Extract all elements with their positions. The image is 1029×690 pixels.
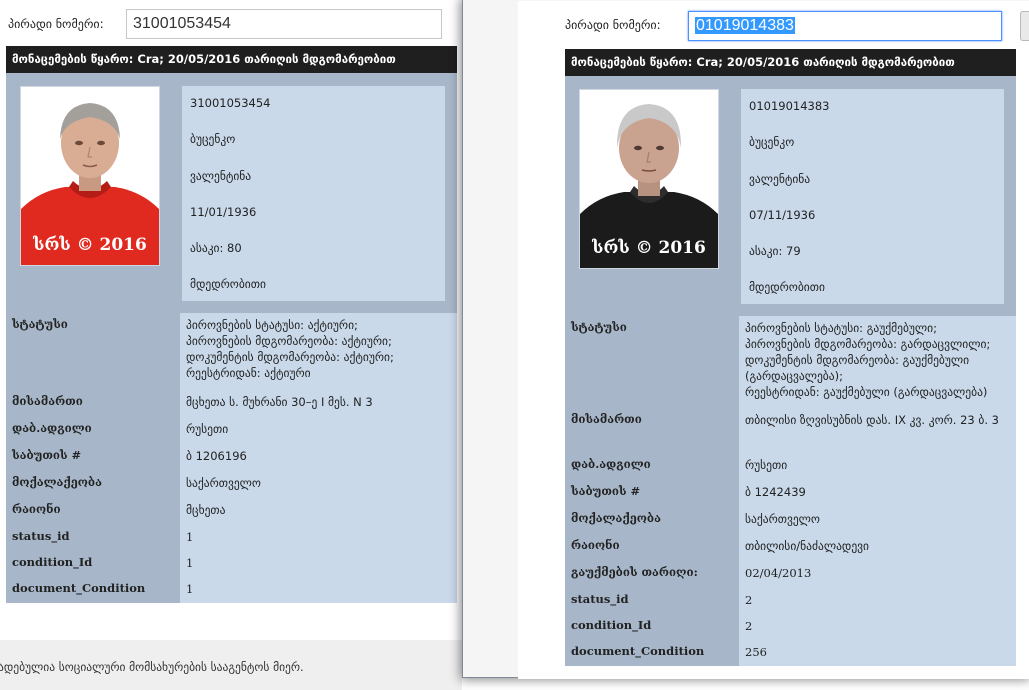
- data-source-header: მონაცემების წყარო: Cra; 20/05/2016 თარიღ…: [565, 49, 1016, 76]
- row-key-birthplace: დაბ.ადგილი: [6, 417, 180, 444]
- info-first-name: ვალენტინა: [190, 168, 252, 183]
- row-key-condition-id: condition_Id: [565, 614, 739, 640]
- row-key-document-condition: document_Condition: [6, 577, 180, 603]
- right-window-content: პირადი ნომერი: 01019014383 მონაცემების წ…: [518, 1, 1029, 679]
- table-row: რაიონი მცხეთა: [6, 498, 457, 525]
- table-row: condition_Id 1: [6, 551, 457, 577]
- info-id-number: 01019014383: [749, 99, 830, 113]
- info-age: ასაკი: 79: [749, 244, 801, 259]
- person-details-table: სტატუსი პიროვნების სტატუსი: აქტიური; პირ…: [6, 313, 457, 603]
- row-key-district: რაიონი: [565, 534, 739, 561]
- row-key-cancellation-date: გაუქმების თარიღი:: [565, 561, 739, 588]
- footer-note: ადებულია სოციალური მომსახურების სააგენტო…: [0, 660, 304, 674]
- row-value-cancellation-date: 02/04/2013: [739, 561, 1016, 588]
- data-source-header: მონაცემების წყარო: Cra; 20/05/2016 თარიღ…: [6, 46, 457, 73]
- table-row: მოქალაქეობა საქართველო: [565, 507, 1016, 534]
- person-info-box: 01019014383 ბუცენკო ვალენტინა 07/11/1936…: [741, 89, 1004, 304]
- id-number-input[interactable]: 31001053454: [126, 9, 442, 39]
- row-key-document-condition: document_Condition: [565, 640, 739, 666]
- row-value-document-condition: 256: [739, 640, 1016, 666]
- table-row: document_Condition 1: [6, 577, 457, 603]
- info-surname: ბუცენკო: [190, 132, 236, 147]
- row-key-address: მისამართი: [6, 390, 180, 417]
- row-value-birthplace: რუსეთი: [739, 453, 1016, 480]
- info-first-name: ვალენტინა: [749, 171, 811, 186]
- table-row: დაბ.ადგილი რუსეთი: [6, 417, 457, 444]
- photo-watermark: სრს © 2016: [592, 238, 706, 258]
- info-birth-date: 07/11/1936: [749, 207, 816, 222]
- row-value-citizenship: საქართველო: [739, 507, 1016, 534]
- info-surname: ბუცენკო: [749, 135, 795, 150]
- row-key-document-number: საბუთის #: [565, 480, 739, 507]
- row-value-address: თბილისი ზღვისუბნის დას. IX კვ. კორ. 23 ბ…: [739, 408, 1016, 453]
- row-value-address: მცხეთა ს. მუხრანი 30–ე I მეს. N 3: [180, 390, 457, 417]
- row-value-document-number: ბ 1206196: [180, 444, 457, 471]
- row-key-citizenship: მოქალაქეობა: [6, 471, 180, 498]
- row-value-status: პიროვნების სტატუსი: გაუქმებული; პიროვნებ…: [739, 316, 1016, 408]
- row-value-status: პიროვნების სტატუსი: აქტიური; პიროვნების …: [180, 313, 457, 390]
- id-number-input[interactable]: 01019014383: [688, 11, 1002, 41]
- row-value-birthplace: რუსეთი: [180, 417, 457, 444]
- row-key-birthplace: დაბ.ადგილი: [565, 453, 739, 480]
- table-row: document_Condition 256: [565, 640, 1016, 666]
- table-row: სტატუსი პიროვნების სტატუსი: აქტიური; პირ…: [6, 313, 457, 390]
- row-value-district: მცხეთა: [180, 498, 457, 525]
- table-row: status_id 2: [565, 588, 1016, 614]
- row-key-status-id: status_id: [6, 525, 180, 551]
- side-button[interactable]: [1020, 11, 1029, 41]
- table-row: დაბ.ადგილი რუსეთი: [565, 453, 1016, 480]
- row-key-address: მისამართი: [565, 408, 739, 453]
- table-row: სტატუსი პიროვნების სტატუსი: გაუქმებული; …: [565, 316, 1016, 408]
- row-key-district: რაიონი: [6, 498, 180, 525]
- row-value-district: თბილისი/ნაძალადევი: [739, 534, 1016, 561]
- table-row: გაუქმების თარიღი: 02/04/2013: [565, 561, 1016, 588]
- row-key-condition-id: condition_Id: [6, 551, 180, 577]
- table-row: მისამართი მცხეთა ს. მუხრანი 30–ე I მეს. …: [6, 390, 457, 417]
- table-row: მისამართი თბილისი ზღვისუბნის დას. IX კვ.…: [565, 408, 1016, 453]
- table-row: მოქალაქეობა საქართველო: [6, 471, 457, 498]
- row-value-condition-id: 1: [180, 551, 457, 577]
- row-key-status: სტატუსი: [565, 316, 739, 408]
- row-key-citizenship: მოქალაქეობა: [565, 507, 739, 534]
- row-key-status: სტატუსი: [6, 313, 180, 390]
- right-window: პირადი ნომერი: 01019014383 მონაცემების წ…: [462, 0, 1029, 679]
- person-summary-panel: სრს © 2016 01019014383 ბუცენკო ვალენტინა…: [565, 76, 1016, 316]
- row-value-document-number: ბ 1242439: [739, 480, 1016, 507]
- row-value-status-id: 2: [739, 588, 1016, 614]
- info-id-number: 31001053454: [190, 96, 271, 110]
- row-value-condition-id: 2: [739, 614, 1016, 640]
- person-photo: სრს © 2016: [20, 86, 160, 266]
- person-info-box: 31001053454 ბუცენკო ვალენტინა 11/01/1936…: [182, 86, 445, 301]
- selected-id-text: 01019014383: [695, 17, 795, 34]
- table-row: condition_Id 2: [565, 614, 1016, 640]
- info-age: ასაკი: 80: [190, 241, 242, 256]
- table-row: საბუთის # ბ 1242439: [565, 480, 1016, 507]
- table-row: status_id 1: [6, 525, 457, 551]
- row-value-citizenship: საქართველო: [180, 471, 457, 498]
- row-key-document-number: საბუთის #: [6, 444, 180, 471]
- person-photo: სრს © 2016: [579, 89, 719, 269]
- table-row: საბუთის # ბ 1206196: [6, 444, 457, 471]
- info-birth-date: 11/01/1936: [190, 204, 257, 219]
- id-number-label: პირადი ნომერი:: [565, 18, 661, 32]
- row-value-status-id: 1: [180, 525, 457, 551]
- person-summary-panel: სრს © 2016 31001053454 ბუცენკო ვალენტინა…: [6, 73, 457, 313]
- photo-watermark: სრს © 2016: [33, 235, 147, 255]
- left-window: პირადი ნომერი: 31001053454 მონაცემების წ…: [0, 0, 462, 690]
- info-gender: მდედრობითი: [749, 280, 825, 295]
- table-row: რაიონი თბილისი/ნაძალადევი: [565, 534, 1016, 561]
- row-value-document-condition: 1: [180, 577, 457, 603]
- id-number-label: პირადი ნომერი:: [8, 17, 104, 31]
- person-details-table: სტატუსი პიროვნების სტატუსი: გაუქმებული; …: [565, 316, 1016, 666]
- info-gender: მდედრობითი: [190, 277, 266, 292]
- row-key-status-id: status_id: [565, 588, 739, 614]
